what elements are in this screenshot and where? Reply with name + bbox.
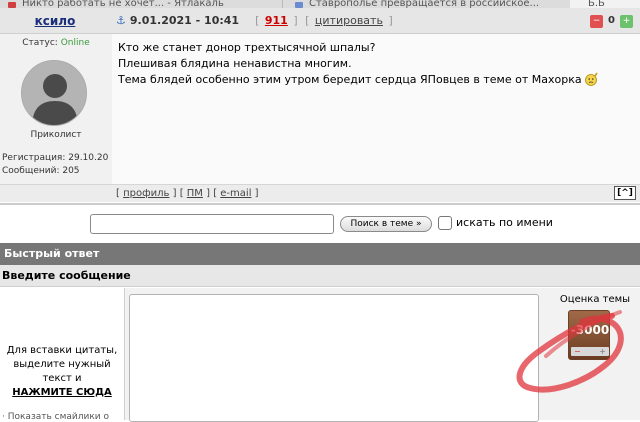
quick-reply-sidebar: Для вставки цитаты, выделите нужный текс… bbox=[0, 288, 124, 422]
post-line: Плешивая блядина ненавистна многим. bbox=[118, 57, 352, 70]
vote-count: 0 bbox=[608, 15, 615, 26]
pm-link[interactable]: ПМ bbox=[187, 188, 203, 199]
email-link[interactable]: e-mail bbox=[220, 188, 251, 199]
post-footer: [ профиль ] [ ПМ ] [ e-mail ] [^] bbox=[0, 184, 640, 202]
post-number-link[interactable]: 911 bbox=[265, 14, 288, 27]
browser-tab-3[interactable]: Б.Б bbox=[570, 0, 640, 8]
post-header: ксило ⚓ 9.01.2021 - 10:41 [ 911 ] [ цитир… bbox=[0, 8, 640, 34]
browser-tab-strip: Никто работать не хочет... - Ятлакаль Ст… bbox=[0, 0, 640, 8]
show-smileys-link[interactable]: · Показать смайлики о bbox=[2, 412, 109, 422]
quote-hint-text: Для вставки цитаты, выделите нужный текс… bbox=[6, 345, 118, 384]
registration-date: Регистрация: 29.10.20 bbox=[2, 153, 109, 163]
user-status: Статус: Online bbox=[0, 38, 112, 48]
vote-plus-icon[interactable]: + bbox=[620, 15, 633, 28]
quick-reply-subheader: Введите сообщение bbox=[0, 265, 640, 287]
user-stats: Регистрация: 29.10.20 Сообщений: 205 bbox=[2, 152, 108, 178]
user-info-column: Статус: Online Приколист Регистрация: 29… bbox=[0, 34, 112, 184]
post-date: 9.01.2021 - 10:41 bbox=[129, 14, 240, 27]
post-line: Тема блядей особенно этим утром бередит … bbox=[118, 73, 582, 86]
post-footer-links: [ профиль ] [ ПМ ] [ e-mail ] bbox=[116, 188, 259, 199]
topic-rating-value: -3000 bbox=[570, 323, 610, 337]
quote-link[interactable]: цитировать bbox=[315, 14, 383, 27]
post-author-link[interactable]: ксило bbox=[0, 8, 110, 34]
avatar[interactable] bbox=[21, 60, 87, 126]
smiley-thinking-icon bbox=[584, 72, 598, 86]
topic-search-input[interactable] bbox=[90, 214, 334, 234]
quote-hint: Для вставки цитаты, выделите нужный текс… bbox=[0, 344, 124, 400]
browser-tab-2[interactable]: Ставрополье превращается в российское... bbox=[282, 0, 552, 8]
bracket: [ bbox=[305, 14, 310, 27]
bracket: ] bbox=[388, 14, 393, 27]
user-rank: Приколист bbox=[30, 130, 82, 140]
insert-quote-link[interactable]: НАЖМИТЕ СЮДА bbox=[0, 386, 124, 400]
bracket: [ bbox=[255, 14, 260, 27]
rating-plus-icon[interactable]: + bbox=[599, 347, 606, 356]
anchor-icon[interactable]: ⚓ bbox=[116, 14, 126, 27]
status-label: Статус: bbox=[22, 38, 58, 48]
scroll-top-button[interactable]: [^] bbox=[614, 186, 636, 200]
bracket: ] bbox=[293, 14, 298, 27]
status-online: Online bbox=[60, 38, 90, 48]
post-line: Кто же станет донор трехтысячной шпалы? bbox=[118, 41, 376, 54]
message-count: Сообщений: 205 bbox=[2, 166, 80, 176]
topic-rating-label: Оценка темы bbox=[559, 294, 631, 305]
topic-rating-badge: -3000 − + bbox=[568, 310, 610, 360]
post-line-with-smiley: Тема блядей особенно этим утром бередит … bbox=[118, 72, 599, 88]
quick-reply-header: Быстрый ответ bbox=[0, 243, 640, 265]
default-avatar-icon bbox=[22, 61, 86, 125]
tab-title: Ставрополье превращается в российское... bbox=[309, 0, 540, 8]
rating-controls: − + bbox=[571, 347, 609, 356]
post-body: Кто же станет донор трехтысячной шпалы? … bbox=[112, 34, 640, 184]
quick-reply-main: Оценка темы -3000 − + bbox=[124, 288, 640, 422]
reply-textarea[interactable] bbox=[129, 294, 539, 422]
search-by-name-checkbox[interactable] bbox=[438, 216, 452, 230]
post-meta: ⚓ 9.01.2021 - 10:41 [ 911 ] [ цитировать … bbox=[116, 8, 395, 34]
topic-search-button[interactable]: Поиск в теме » bbox=[340, 216, 432, 232]
post-text: Кто же станет донор трехтысячной шпалы? … bbox=[118, 40, 599, 88]
browser-tab-1[interactable]: Никто работать не хочет... - Ятлакаль bbox=[0, 0, 272, 8]
topic-search-bar: Поиск в теме » искать по имени bbox=[0, 205, 640, 243]
search-by-name-label: искать по имени bbox=[456, 216, 553, 229]
vote-minus-icon[interactable]: − bbox=[590, 15, 603, 28]
post-vote: − 0 + bbox=[586, 14, 640, 30]
tab-title: Никто работать не хочет... - Ятлакаль bbox=[22, 0, 224, 8]
rating-minus-icon[interactable]: − bbox=[574, 347, 581, 356]
profile-link[interactable]: профиль bbox=[123, 188, 169, 199]
tab-title: Б.Б bbox=[588, 0, 605, 8]
